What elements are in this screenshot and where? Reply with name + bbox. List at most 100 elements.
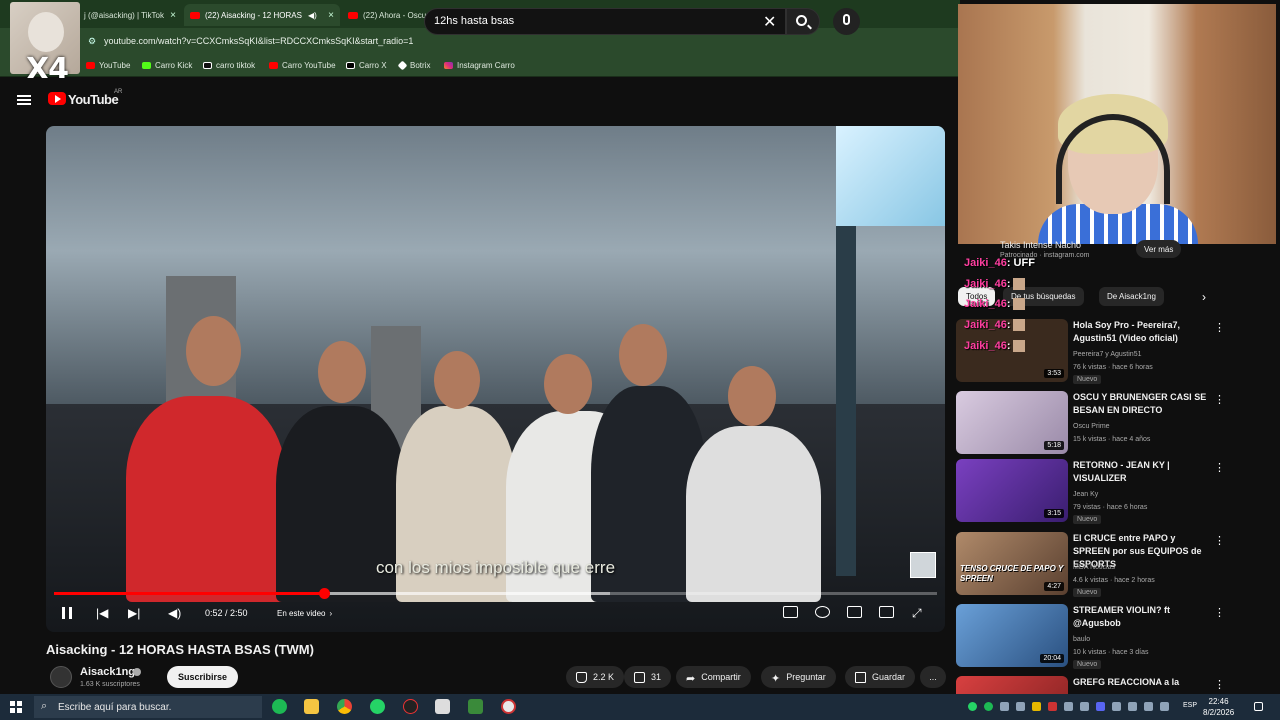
spotify-icon[interactable]	[272, 699, 287, 714]
featured-thumbnail[interactable]	[910, 552, 936, 578]
video-thumbnail[interactable]: 5:18	[956, 391, 1068, 454]
tray-spotify-icon[interactable]	[984, 702, 993, 711]
list-item[interactable]: 5:18 OSCU Y BRUNENGER CASI SE BESAN EN D…	[956, 391, 1226, 455]
tray-app-icon[interactable]	[1048, 702, 1057, 711]
network-icon[interactable]	[1144, 702, 1153, 711]
channel-avatar[interactable]	[50, 666, 72, 688]
file-explorer-icon[interactable]	[304, 699, 319, 714]
list-item[interactable]: 20:04 STREAMER VIOLIN? ft @Agusbob baulo…	[956, 604, 1226, 669]
subtitles-icon[interactable]	[783, 606, 798, 618]
minecraft-icon[interactable]	[468, 699, 483, 714]
bookmark-carro-tiktok[interactable]: carro tiktok	[203, 61, 255, 70]
rec-title[interactable]: Hola Soy Pro - Peereira7, Agustin51 (Vid…	[1073, 319, 1208, 345]
miniplayer-icon[interactable]	[847, 606, 862, 618]
more-vert-icon[interactable]: ⋮	[1214, 534, 1225, 547]
video-thumbnail[interactable]: 20:04	[956, 604, 1068, 667]
chrome-icon[interactable]	[337, 699, 352, 714]
rec-channel[interactable]: baulo	[1073, 634, 1090, 645]
bookmark-botrix[interactable]: Botrix	[397, 60, 430, 71]
tab-youtube-active[interactable]: (22) Aisacking - 12 HORAS ◀) ×	[184, 4, 340, 26]
in-video-button[interactable]: En este video ›	[277, 604, 332, 622]
browser-icon[interactable]	[501, 699, 516, 714]
rec-title[interactable]: GREFG REACCIONA a la	[1073, 676, 1208, 689]
chip-from-channel[interactable]: De Aisack1ng	[1099, 287, 1164, 306]
bookmark-carro-youtube[interactable]: Carro YouTube	[269, 61, 336, 70]
rec-channel[interactable]: Peereira7 y Agustin51	[1073, 349, 1142, 360]
rec-channel[interactable]: Jean Ky	[1073, 489, 1098, 500]
youtube-favicon-icon	[348, 11, 358, 19]
bookmark-youtube[interactable]: YouTube	[86, 61, 130, 70]
bookmark-carro-x[interactable]: Carro X	[346, 61, 387, 70]
tray-whatsapp-icon[interactable]	[968, 702, 977, 711]
rec-channel[interactable]: Oscu Prime	[1073, 421, 1110, 432]
tray-app-icon[interactable]	[1128, 702, 1137, 711]
save-button[interactable]: Guardar	[845, 666, 916, 688]
notifications-icon[interactable]	[1254, 702, 1263, 711]
fullscreen-button[interactable]: ⤢	[912, 604, 922, 622]
more-vert-icon[interactable]: ⋮	[1214, 678, 1225, 691]
close-icon[interactable]: ×	[328, 10, 334, 21]
calculator-icon[interactable]	[435, 699, 450, 714]
next-button[interactable]: ▶|	[128, 604, 140, 622]
tray-app-icon[interactable]	[1016, 702, 1025, 711]
rec-channel[interactable]: MDA Noticias	[1073, 562, 1115, 573]
tray-discord-icon[interactable]	[1096, 702, 1105, 711]
windows-start-icon[interactable]	[10, 701, 22, 713]
ad-cta-button[interactable]: Ver más	[1136, 240, 1182, 258]
clear-search-icon[interactable]: ✕	[763, 12, 776, 32]
cast-icon[interactable]	[879, 606, 894, 618]
taskbar-search-box[interactable]: ⌕ Escribe aquí para buscar.	[34, 696, 262, 718]
bookmark-carro-kick[interactable]: Carro Kick	[142, 61, 192, 70]
ask-button[interactable]: ✦ Preguntar	[761, 666, 836, 688]
video-thumbnail[interactable]: 3:15	[956, 459, 1068, 522]
site-info-icon[interactable]: ⚙	[88, 36, 96, 47]
language-indicator[interactable]: ESP	[1183, 702, 1197, 709]
share-button[interactable]: ➦ Compartir	[676, 666, 751, 688]
rec-title[interactable]: STREAMER VIOLIN? ft @Agusbob	[1073, 604, 1208, 630]
more-vert-icon[interactable]: ⋮	[1214, 321, 1225, 334]
voice-search-button[interactable]	[833, 8, 860, 35]
pause-button[interactable]	[62, 604, 72, 622]
menu-icon[interactable]	[17, 95, 31, 105]
more-vert-icon[interactable]: ⋮	[1214, 461, 1225, 474]
tab-tiktok[interactable]: j (@aisacking) | TikTok ×	[78, 4, 182, 26]
youtube-logo-text[interactable]: YouTube	[68, 92, 119, 107]
like-button[interactable]: 2.2 K	[566, 666, 625, 688]
obs-icon[interactable]	[403, 699, 418, 714]
more-actions-button[interactable]: ...	[920, 666, 946, 688]
list-item[interactable]: GREFG REACCIONA a la ⋮	[956, 676, 1226, 694]
speaker-icon[interactable]: ◀)	[308, 11, 317, 20]
more-vert-icon[interactable]: ⋮	[1214, 393, 1225, 406]
search-input-value[interactable]: 12hs hasta bsas	[434, 15, 514, 27]
close-icon[interactable]: ×	[170, 10, 176, 21]
progress-bar[interactable]	[54, 588, 937, 599]
tray-app-icon[interactable]	[1000, 702, 1009, 711]
previous-button[interactable]: |◀	[96, 604, 108, 622]
rec-title[interactable]: RETORNO - JEAN KY | VISUALIZER	[1073, 459, 1208, 485]
whatsapp-icon[interactable]	[370, 699, 385, 714]
clock[interactable]: 22:46 8/2/2026	[1203, 696, 1234, 718]
search-button[interactable]	[786, 8, 820, 35]
tray-app-icon[interactable]	[1112, 702, 1121, 711]
volume-icon[interactable]	[1160, 702, 1169, 711]
chevron-right-icon[interactable]: ›	[1202, 290, 1206, 304]
video-thumbnail[interactable]	[956, 676, 1068, 694]
more-vert-icon[interactable]: ⋮	[1214, 606, 1225, 619]
rec-title[interactable]: OSCU Y BRUNENGER CASI SE BESAN EN DIRECT…	[1073, 391, 1208, 417]
tray-app-icon[interactable]	[1080, 702, 1089, 711]
video-player[interactable]: con los mios imposible que erre |◀ ▶| ◀)…	[46, 126, 945, 632]
url-field[interactable]: youtube.com/watch?v=CCXCmksSqKI&list=RDC…	[104, 36, 413, 46]
dislike-button[interactable]: 31	[624, 666, 672, 688]
youtube-logo-icon[interactable]	[48, 92, 66, 105]
tray-app-icon[interactable]	[1064, 702, 1073, 711]
tray-app-icon[interactable]	[1032, 702, 1041, 711]
subscribe-button[interactable]: Suscribirse	[167, 666, 239, 688]
ad-title[interactable]: Takis Intense Nacho	[1000, 240, 1081, 250]
bookmark-instagram-carro[interactable]: Instagram Carro	[444, 61, 515, 70]
settings-icon[interactable]	[815, 606, 830, 618]
list-item[interactable]: 3:15 RETORNO - JEAN KY | VISUALIZER Jean…	[956, 459, 1226, 524]
list-item[interactable]: TENSO CRUCE DE PAPO Y SPREEN 4:27 El CRU…	[956, 532, 1226, 597]
channel-name[interactable]: Aisack1ng	[80, 666, 135, 678]
video-thumbnail[interactable]: TENSO CRUCE DE PAPO Y SPREEN 4:27	[956, 532, 1068, 595]
volume-button[interactable]: ◀)	[168, 604, 181, 622]
